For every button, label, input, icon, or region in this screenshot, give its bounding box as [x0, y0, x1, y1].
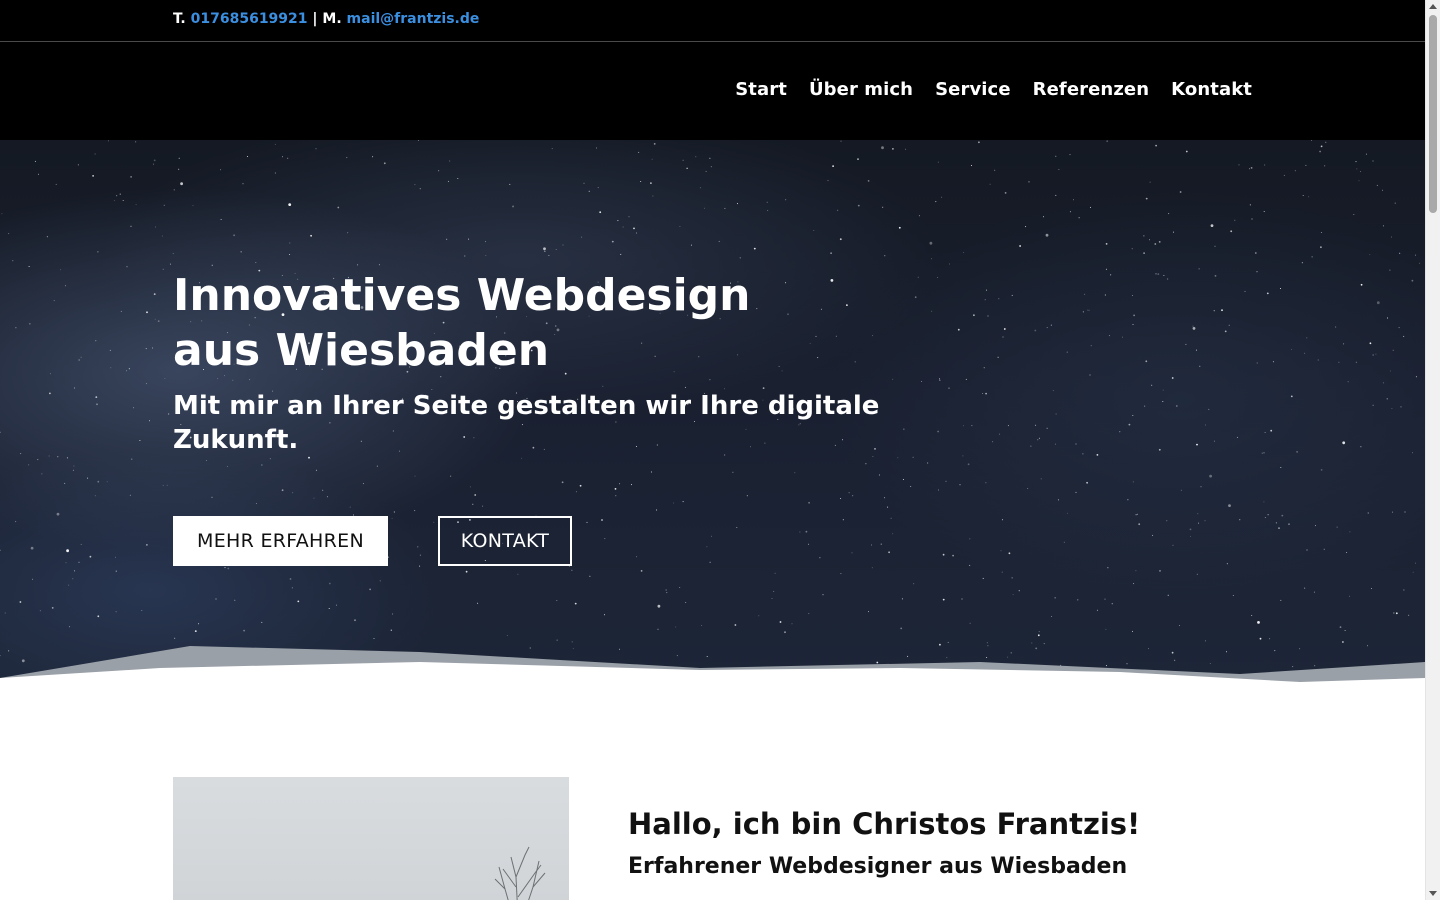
hero-wave-divider	[0, 646, 1425, 700]
contact-separator: |	[312, 11, 318, 27]
kontakt-button[interactable]: KONTAKT	[438, 516, 572, 566]
tree-branches-graphic	[494, 846, 546, 900]
email-link[interactable]: mail@frantzis.de	[347, 11, 480, 27]
nav-item-ueber-mich[interactable]: Über mich	[809, 79, 913, 100]
scroll-down-arrow-icon[interactable]	[1429, 891, 1437, 896]
hero-title-line-1: Innovatives Webdesign	[173, 270, 751, 321]
about-heading: Hallo, ich bin Christos Frantzis!	[628, 807, 1141, 841]
main-header: Start Über mich Service Referenzen Konta…	[0, 42, 1425, 140]
nav-item-referenzen[interactable]: Referenzen	[1033, 79, 1150, 100]
top-contact-bar: T. 017685619921 | M. mail@frantzis.de	[0, 0, 1425, 42]
scrollbar-thumb[interactable]	[1429, 15, 1437, 213]
hero-section: Innovatives Webdesign aus Wiesbaden Mit …	[0, 140, 1425, 700]
phone-link[interactable]: 017685619921	[191, 11, 308, 27]
hero-title: Innovatives Webdesign aus Wiesbaden	[173, 268, 873, 378]
mehr-erfahren-button[interactable]: MEHR ERFAHREN	[173, 516, 388, 566]
page: T. 017685619921 | M. mail@frantzis.de St…	[0, 0, 1425, 900]
nav-item-kontakt[interactable]: Kontakt	[1171, 79, 1252, 100]
about-subheading: Erfahrener Webdesigner aus Wiesbaden	[628, 854, 1128, 879]
hero-subtitle: Mit mir an Ihrer Seite gestalten wir Ihr…	[173, 391, 880, 455]
nav-item-start[interactable]: Start	[735, 79, 787, 100]
hero-title-line-2: aus Wiesbaden	[173, 325, 550, 376]
mail-prefix: M.	[322, 11, 342, 27]
profile-photo	[173, 777, 569, 900]
scroll-up-arrow-icon[interactable]	[1429, 4, 1437, 9]
nav-item-service[interactable]: Service	[935, 79, 1011, 100]
main-navigation: Start Über mich Service Referenzen Konta…	[735, 79, 1252, 100]
contact-info: T. 017685619921 | M. mail@frantzis.de	[173, 11, 479, 27]
page-scrollbar[interactable]	[1425, 0, 1440, 900]
phone-prefix: T.	[173, 11, 186, 27]
